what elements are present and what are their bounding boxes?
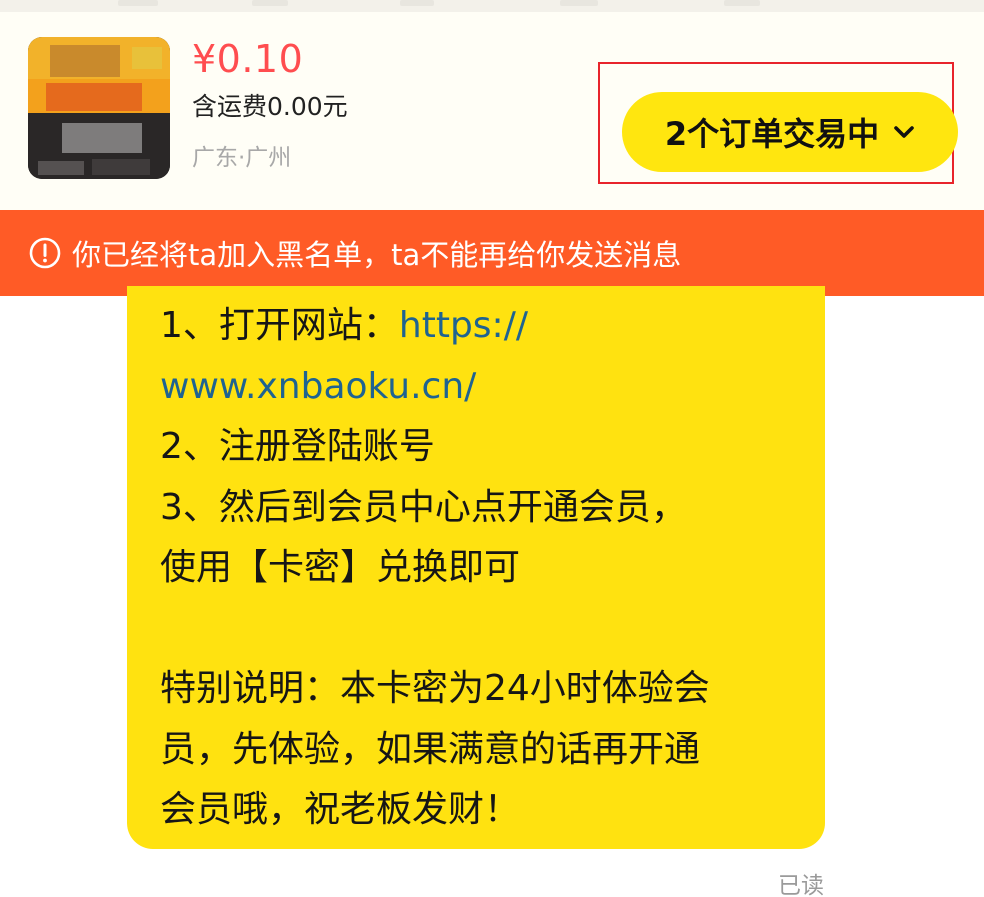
read-status: 已读 bbox=[778, 873, 824, 897]
thumb-pixel bbox=[38, 161, 84, 175]
website-link[interactable]: www.xnbaoku.cn/ bbox=[160, 366, 476, 407]
message-line: 员，先体验，如果满意的话再开通 bbox=[160, 728, 701, 770]
message-line: 使用【卡密】兑换即可 bbox=[160, 547, 521, 588]
message-line: 会员哦，祝老板发财！ bbox=[160, 789, 521, 830]
product-price: ¥0.10 bbox=[192, 37, 304, 81]
website-link[interactable]: https:// bbox=[399, 305, 528, 346]
message-line: 2、注册登陆账号 bbox=[160, 426, 435, 467]
orders-in-progress-button[interactable]: 2个订单交易中 bbox=[622, 92, 958, 172]
header-ghost bbox=[560, 0, 598, 6]
message-bubble[interactable]: 1、打开网站：https:// www.xnbaoku.cn/ 2、注册登陆账号… bbox=[127, 286, 825, 849]
message-line: 特别说明：本卡密为24小时体验会 bbox=[160, 668, 710, 709]
blacklist-notice-banner: 你已经将ta加入黑名单，ta不能再给你发送消息 bbox=[0, 210, 984, 296]
message-line: 3、然后到会员中心点开通会员， bbox=[160, 486, 687, 528]
message-line: 1、打开网站：https:// bbox=[160, 296, 805, 357]
thumb-pixel bbox=[92, 159, 150, 175]
orders-in-progress-label: 2个订单交易中 bbox=[664, 115, 880, 153]
message-text: 1、打开网站： bbox=[160, 305, 399, 346]
thumb-pixel bbox=[50, 45, 120, 77]
chevron-down-icon bbox=[893, 125, 915, 139]
message-line: www.xnbaoku.cn/ bbox=[160, 357, 805, 418]
blacklist-notice-text: 你已经将ta加入黑名单，ta不能再给你发送消息 bbox=[72, 238, 682, 272]
shipping-fee: 含运费0.00元 bbox=[192, 92, 348, 121]
product-thumbnail[interactable] bbox=[28, 37, 170, 179]
thumb-pixel bbox=[46, 83, 142, 111]
header-ghost bbox=[724, 0, 760, 6]
header-ghost bbox=[118, 0, 158, 6]
seller-location: 广东·广州 bbox=[192, 145, 292, 171]
warning-circle-icon bbox=[28, 236, 62, 270]
chat-screen: ¥0.10 含运费0.00元 广东·广州 2个订单交易中 你已经将ta加入黑名单… bbox=[0, 0, 984, 897]
header-ghost bbox=[252, 0, 288, 6]
thumb-pixel bbox=[62, 123, 142, 153]
header-ghost bbox=[400, 0, 434, 6]
chat-messages-area[interactable]: 1、打开网站：https:// www.xnbaoku.cn/ 2、注册登陆账号… bbox=[0, 286, 984, 897]
thumb-pixel bbox=[132, 47, 162, 69]
header-remnant bbox=[0, 0, 984, 12]
